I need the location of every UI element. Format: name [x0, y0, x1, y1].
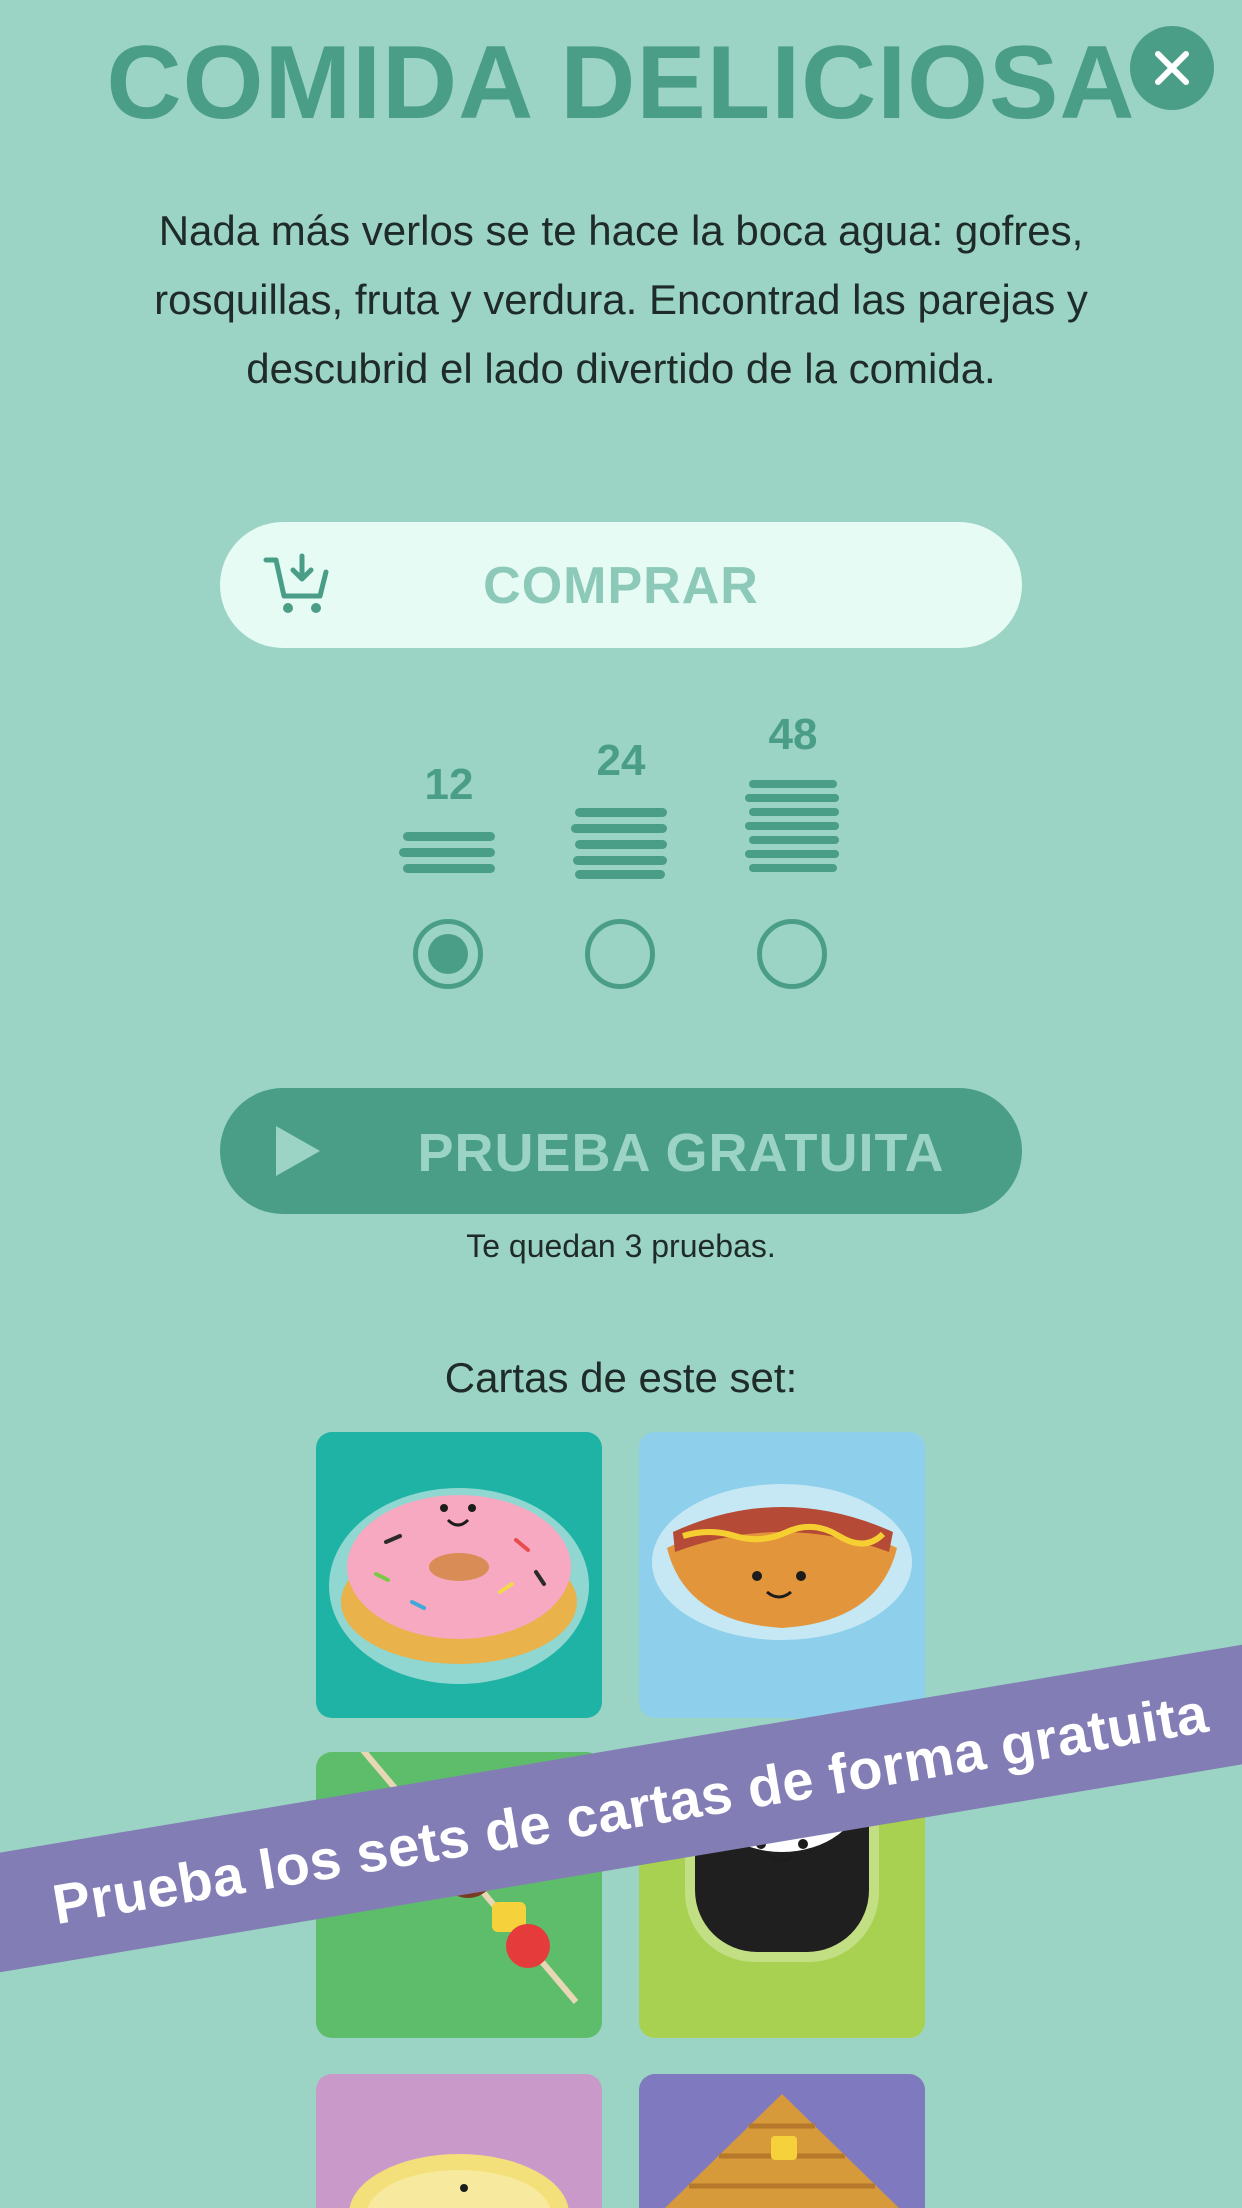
buy-button-label: COMPRAR — [483, 557, 759, 615]
card-stack-large-icon — [738, 768, 848, 882]
free-trial-button[interactable]: PRUEBA GRATUITA — [220, 1088, 1022, 1214]
size-option-48[interactable]: 48 — [738, 710, 848, 880]
size-radio-24[interactable] — [585, 919, 655, 989]
card-donut — [316, 1432, 602, 1718]
set-description: Nada más verlos se te hace la boca agua:… — [154, 207, 1088, 392]
buy-button[interactable]: COMPRAR — [220, 522, 1022, 648]
radio-selected-dot — [428, 934, 468, 974]
size-option-label: 48 — [768, 710, 818, 759]
play-icon — [276, 1126, 320, 1176]
cards-heading: Cartas de este set: — [444, 1354, 798, 1401]
size-radio-12[interactable] — [413, 919, 483, 989]
size-option-12[interactable]: 12 — [394, 760, 504, 880]
close-button[interactable] — [1130, 26, 1214, 110]
size-option-24[interactable]: 24 — [566, 736, 676, 880]
close-icon — [1155, 51, 1189, 85]
card-stack-medium-icon — [566, 806, 676, 880]
promo-banner: Prueba los sets de cartas de forma gratu… — [0, 1625, 1242, 1989]
trials-remaining-text: Te quedan 3 pruebas. — [466, 1228, 776, 1264]
size-option-label: 12 — [424, 760, 474, 809]
page-title: COMIDA DELICIOSA — [106, 25, 1136, 141]
card-waffle — [639, 2074, 925, 2208]
size-option-label: 24 — [596, 736, 646, 785]
promo-banner-text: Prueba los sets de cartas de forma gratu… — [48, 1680, 1213, 1937]
card-hotdog — [639, 1432, 925, 1718]
size-radio-48[interactable] — [757, 919, 827, 989]
free-trial-label: PRUEBA GRATUITA — [417, 1123, 945, 1183]
card-taco — [316, 2074, 602, 2208]
card-stack-small-icon — [394, 828, 504, 878]
